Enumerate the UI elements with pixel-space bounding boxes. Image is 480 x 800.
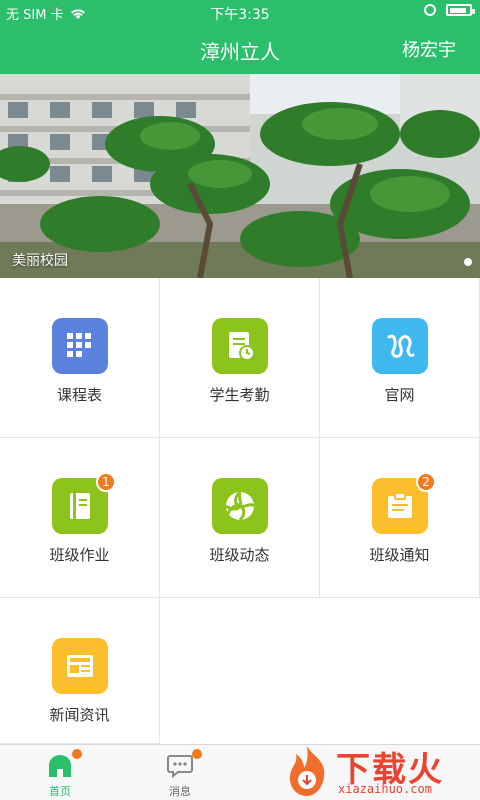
grid-item-label: 新闻资讯 bbox=[49, 706, 110, 724]
banner-carousel[interactable]: 美丽校园 bbox=[0, 74, 480, 278]
carousel-indicator[interactable] bbox=[464, 258, 472, 266]
watermark-url: xiazaihuo.com bbox=[338, 782, 432, 796]
grid-item-label: 班级动态 bbox=[209, 546, 270, 564]
home-icon bbox=[49, 755, 71, 777]
orientation-lock-icon bbox=[424, 4, 436, 16]
attendance-icon bbox=[212, 318, 268, 374]
website-icon bbox=[372, 318, 428, 374]
feature-grid: 课程表 学生考勤 官网 1 班级作业 班级动态 2 班级通知 新闻资讯 bbox=[0, 278, 480, 744]
grid-item-notice[interactable]: 2 班级通知 bbox=[320, 438, 480, 598]
nav-bar: 漳州立人 杨宏宇 bbox=[0, 24, 480, 74]
status-time: 下午3:35 bbox=[210, 7, 270, 23]
grid-item-schedule[interactable]: 课程表 bbox=[0, 278, 160, 438]
grid-item-label: 课程表 bbox=[56, 386, 102, 404]
grid-item-label: 班级作业 bbox=[49, 546, 110, 564]
tab-home[interactable]: 首页 bbox=[0, 745, 120, 800]
grid-item-label: 班级通知 bbox=[369, 546, 430, 564]
grid-item-label: 官网 bbox=[384, 386, 415, 404]
battery-icon bbox=[446, 4, 475, 16]
grid-item-class-news[interactable]: 班级动态 bbox=[160, 438, 320, 598]
grid-item-website[interactable]: 官网 bbox=[320, 278, 480, 438]
grid-item-homework[interactable]: 1 班级作业 bbox=[0, 438, 160, 598]
status-right bbox=[424, 4, 475, 16]
banner-image bbox=[0, 74, 480, 278]
notification-badge: 2 bbox=[416, 472, 436, 492]
homework-icon: 1 bbox=[52, 472, 116, 534]
user-name[interactable]: 杨宏宇 bbox=[402, 36, 456, 62]
tab-messages-label: 消息 bbox=[169, 785, 191, 798]
tab-messages-dot bbox=[192, 749, 202, 759]
tab-home-dot bbox=[72, 749, 82, 759]
news-icon bbox=[52, 638, 108, 694]
schedule-icon bbox=[52, 318, 108, 374]
notice-icon: 2 bbox=[372, 472, 436, 534]
watermark: 下载火 xiazaihuo.com bbox=[280, 742, 476, 800]
flame-logo-icon bbox=[289, 746, 325, 796]
grid-item-news[interactable]: 新闻资讯 bbox=[0, 598, 160, 744]
tab-home-label: 首页 bbox=[49, 785, 71, 798]
banner-caption: 美丽校园 bbox=[12, 253, 68, 269]
class-news-icon bbox=[212, 478, 268, 534]
header: 无 SIM 卡 下午3:35 漳州立人 杨宏宇 bbox=[0, 0, 480, 74]
battery-fill bbox=[450, 8, 466, 13]
grid-item-attendance[interactable]: 学生考勤 bbox=[160, 278, 320, 438]
notification-badge: 1 bbox=[96, 472, 116, 492]
message-icon bbox=[167, 755, 193, 779]
tab-messages[interactable]: 消息 bbox=[120, 745, 240, 800]
status-bar: 无 SIM 卡 下午3:35 bbox=[0, 0, 480, 24]
grid-item-label: 学生考勤 bbox=[209, 386, 270, 404]
